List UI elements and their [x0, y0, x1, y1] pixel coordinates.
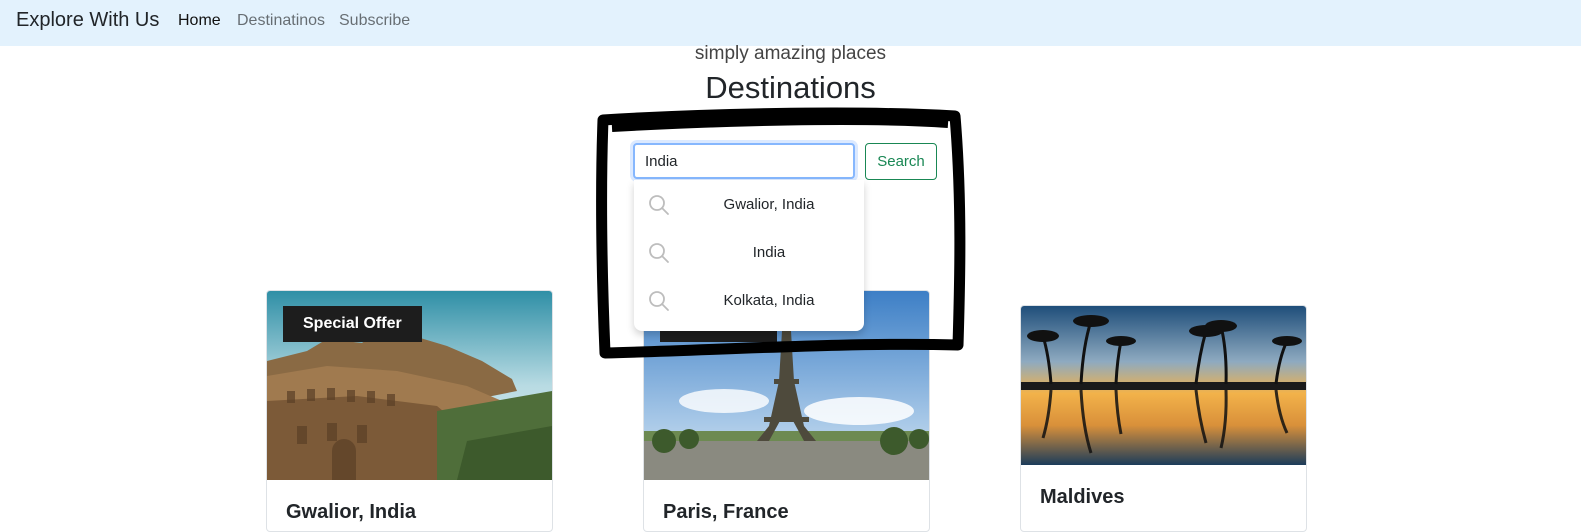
suggestion-label: Kolkata, India	[723, 292, 815, 309]
special-offer-badge: Special Offer	[283, 306, 422, 342]
suggestion-item[interactable]: Kolkata, India	[634, 276, 864, 324]
brand-link[interactable]: Explore With Us	[16, 9, 159, 32]
destination-card-maldives[interactable]: Maldives	[1020, 305, 1307, 532]
nav-link-destinations[interactable]: Destinatinos	[237, 12, 325, 30]
destination-card-gwalior[interactable]: Special Offer Gwalior, India	[266, 290, 553, 532]
tagline: simply amazing places	[694, 43, 887, 64]
search-button[interactable]: Search	[865, 143, 937, 180]
page-title: Destinations	[705, 70, 876, 105]
search-icon	[649, 291, 669, 311]
search-icon	[649, 243, 669, 263]
nav-link-home[interactable]: Home	[178, 12, 221, 30]
navbar: Explore With Us Home Destinatinos Subscr…	[0, 0, 1581, 46]
search-input[interactable]	[633, 143, 855, 179]
search-suggestions: Gwalior, India India Kolkata, India	[634, 180, 864, 331]
search-icon	[649, 195, 669, 215]
maldives-image	[1021, 306, 1306, 465]
suggestion-label: Gwalior, India	[723, 196, 815, 213]
suggestion-item[interactable]: Gwalior, India	[634, 180, 864, 228]
nav-link-subscribe[interactable]: Subscribe	[339, 12, 410, 30]
card-title: Maldives	[1040, 486, 1125, 508]
suggestion-label: India	[752, 244, 786, 261]
suggestion-item[interactable]: India	[634, 228, 864, 276]
